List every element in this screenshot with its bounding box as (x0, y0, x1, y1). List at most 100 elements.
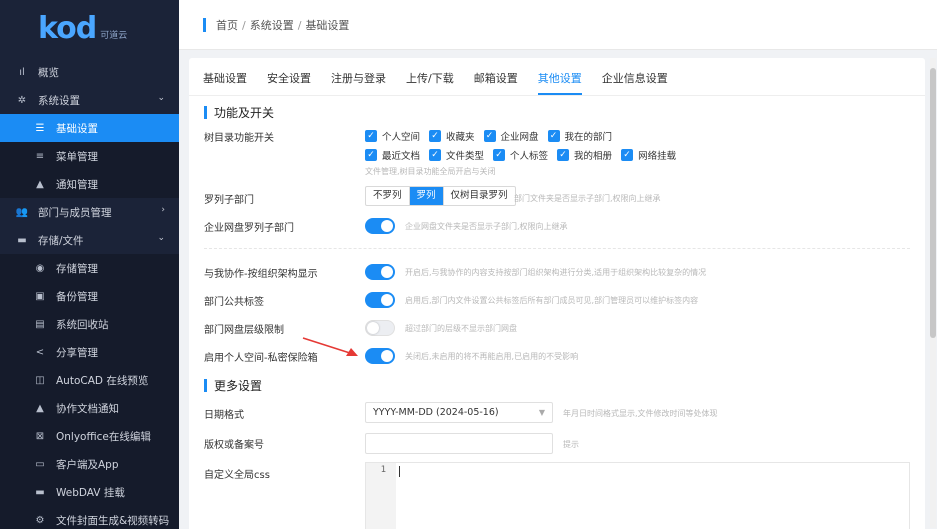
checkbox-row1-0[interactable]: ✓ 个人空间 (365, 129, 420, 143)
checkbox-row2-0[interactable]: ✓ 最近文档 (365, 148, 420, 162)
checkbox-label: 个人空间 (382, 132, 421, 143)
sidebar-item-10[interactable]: < 分享管理 (0, 338, 179, 366)
copyright-input[interactable] (365, 433, 553, 454)
date-format-value: YYYY-MM-DD (2024-05-16) (373, 407, 499, 418)
date-format-select[interactable]: YYYY-MM-DD (2024-05-16) ▼ (365, 402, 553, 423)
sidebar-item-label: Onlyoffice在线编辑 (56, 430, 151, 443)
sidebar-item-3[interactable]: ≡ 菜单管理 (0, 142, 179, 170)
dept-level-label: 部门网盘层级限制 (204, 325, 284, 336)
checkbox-row2-2[interactable]: ✓ 个人标签 (493, 148, 548, 162)
breadcrumb-system-settings[interactable]: 系统设置 (250, 19, 294, 32)
sidebar-item-16[interactable]: ⚙ 文件封面生成&视频转码 (0, 506, 179, 529)
safebox-hint: 关闭后,未启用的将不再能启用,已启用的不受影响 (405, 352, 579, 361)
breadcrumb-home[interactable]: 首页 (216, 19, 238, 32)
settings-tabs: 基础设置 安全设置 注册与登录 上传/下载 邮箱设置 其他设置 企业信息设置 (189, 58, 925, 96)
chevron-down-icon: ⌄ (157, 233, 165, 243)
sidebar-item-13[interactable]: ⊠ Onlyoffice在线编辑 (0, 422, 179, 450)
checkbox-row2-3[interactable]: ✓ 我的相册 (557, 148, 612, 162)
header-accent-bar (203, 17, 206, 32)
sublist-option-0[interactable]: 不罗列 (366, 187, 410, 205)
tab-0[interactable]: 基础设置 (203, 70, 247, 95)
sidebar-item-label: 协作文档通知 (56, 402, 119, 415)
checkbox-label: 网络挂载 (638, 151, 677, 162)
collab-org-toggle[interactable] (365, 264, 395, 280)
tab-6[interactable]: 企业信息设置 (602, 70, 668, 95)
sidebar-item-11[interactable]: ◫ AutoCAD 在线预览 (0, 366, 179, 394)
sidebar-item-2[interactable]: ☰ 基础设置 (0, 114, 179, 142)
check-icon: ✓ (429, 130, 442, 142)
check-icon: ✓ (547, 130, 560, 142)
dept-level-hint: 超过部门的层级不显示部门网盘 (405, 324, 517, 333)
editor-gutter: 1 (366, 463, 396, 529)
sidebar-item-label: 通知管理 (56, 178, 98, 191)
dept-tags-label: 部门公共标签 (204, 297, 264, 308)
check-icon: ✓ (493, 149, 506, 161)
copyright-hint: 提示 (563, 440, 579, 449)
enterprise-sublist-toggle[interactable] (365, 218, 395, 234)
checkbox-row1-2[interactable]: ✓ 企业网盘 (483, 129, 539, 143)
tab-5[interactable]: 其他设置 (537, 70, 582, 95)
save-icon: ▣ (35, 290, 45, 302)
dept-tags-toggle[interactable] (365, 292, 395, 308)
sidebar-item-0[interactable]: ıl 概览 (0, 58, 179, 86)
custom-css-editor[interactable]: 1 (365, 462, 910, 529)
sidebar-item-label: 概览 (38, 66, 59, 79)
checkbox-row1-3[interactable]: ✓ 我在的部门 (547, 129, 612, 143)
check-icon: ✓ (365, 149, 377, 161)
tree-checkbox-row-1: ✓ 个人空间 ✓ 收藏夹 ✓ 企业网盘 ✓ 我在的部门 (365, 129, 621, 143)
sidebar-item-label: 系统设置 (38, 94, 80, 107)
sidebar-item-14[interactable]: ▭ 客户端及App (0, 450, 179, 478)
scrollbar-thumb[interactable] (930, 68, 936, 338)
check-icon: ✓ (429, 149, 442, 161)
cad-icon: ◫ (35, 374, 45, 386)
sidebar: kod 可道云 ıl 概览 ✲ 系统设置 ⌄ ☰ 基础设置 ≡ 菜单管理 ▲ 通知管理 👥 部门与成员管… (0, 0, 179, 529)
text-caret (399, 466, 400, 477)
checkbox-label: 个人标签 (510, 151, 549, 162)
collab-org-label: 与我协作-按组织架构显示 (204, 269, 318, 280)
sidebar-item-8[interactable]: ▣ 备份管理 (0, 282, 179, 310)
sublist-option-1[interactable]: 罗列 (409, 187, 444, 205)
bar-chart-icon: ıl (19, 66, 25, 78)
checkbox-label: 我的相册 (574, 151, 613, 162)
sidebar-item-1[interactable]: ✲ 系统设置 ⌄ (0, 86, 179, 114)
sidebar-item-6[interactable]: ▬ 存储/文件 ⌄ (0, 226, 179, 254)
trash-icon: ▤ (35, 318, 45, 330)
sublist-option-2[interactable]: 仅树目录罗列 (444, 187, 515, 205)
safebox-toggle[interactable] (365, 348, 395, 364)
tab-4[interactable]: 邮箱设置 (474, 70, 518, 95)
sidebar-item-label: 存储/文件 (38, 234, 84, 247)
sublist-segmented: 不罗列 罗列 仅树目录罗列 (365, 186, 516, 206)
checkbox-row2-4[interactable]: ✓ 网络挂载 (621, 148, 676, 162)
tab-3[interactable]: 上传/下载 (406, 70, 454, 95)
logo-text: kod (38, 10, 97, 46)
header: 首页 / 系统设置 / 基础设置 (179, 0, 937, 50)
checkbox-row2-1[interactable]: ✓ 文件类型 (429, 148, 484, 162)
logo[interactable]: kod 可道云 (0, 0, 179, 56)
tab-1[interactable]: 安全设置 (267, 70, 311, 95)
tab-2[interactable]: 注册与登录 (331, 70, 386, 95)
sidebar-item-4[interactable]: ▲ 通知管理 (0, 170, 179, 198)
copyright-label: 版权或备案号 (204, 440, 264, 451)
sidebar-item-5[interactable]: 👥 部门与成员管理 › (0, 198, 179, 226)
dept-tags-hint: 启用后,部门内文件设置公共标签后所有部门成员可见,部门管理员可以维护标签内容 (405, 296, 699, 305)
breadcrumb-current: 基础设置 (305, 18, 350, 32)
sidebar-item-9[interactable]: ▤ 系统回收站 (0, 310, 179, 338)
sidebar-item-15[interactable]: ▬ WebDAV 挂载 (0, 478, 179, 506)
sidebar-item-12[interactable]: ▲ 协作文档通知 (0, 394, 179, 422)
breadcrumb: 首页 / 系统设置 / 基础设置 (216, 18, 350, 32)
chevron-right-icon: › (161, 205, 165, 215)
settings-panel: 基础设置 安全设置 注册与登录 上传/下载 邮箱设置 其他设置 企业信息设置 功能及开关 树… (189, 58, 925, 529)
dept-level-toggle[interactable] (365, 320, 395, 336)
sidebar-item-label: WebDAV 挂载 (56, 486, 125, 499)
page-scrollbar[interactable] (930, 58, 936, 528)
sidebar-item-7[interactable]: ◉ 存储管理 (0, 254, 179, 282)
tree-hint: 文件管理,树目录功能全局开启与关闭 (365, 167, 496, 176)
collab-org-hint: 开启后,与我协作的内容支持按部门组织架构进行分类,适用于组织架构比较复杂的情况 (405, 268, 707, 277)
check-icon: ✓ (365, 130, 377, 142)
bell-icon: ▲ (36, 402, 44, 414)
tree-checkbox-row-2: ✓ 最近文档 ✓ 文件类型 ✓ 个人标签 ✓ 我的相册 ✓ 网络挂载 (365, 148, 685, 162)
sidebar-item-label: 系统回收站 (56, 318, 109, 331)
sidebar-item-label: 备份管理 (56, 290, 98, 303)
share-icon: < (35, 346, 45, 358)
checkbox-row1-1[interactable]: ✓ 收藏夹 (429, 129, 475, 143)
